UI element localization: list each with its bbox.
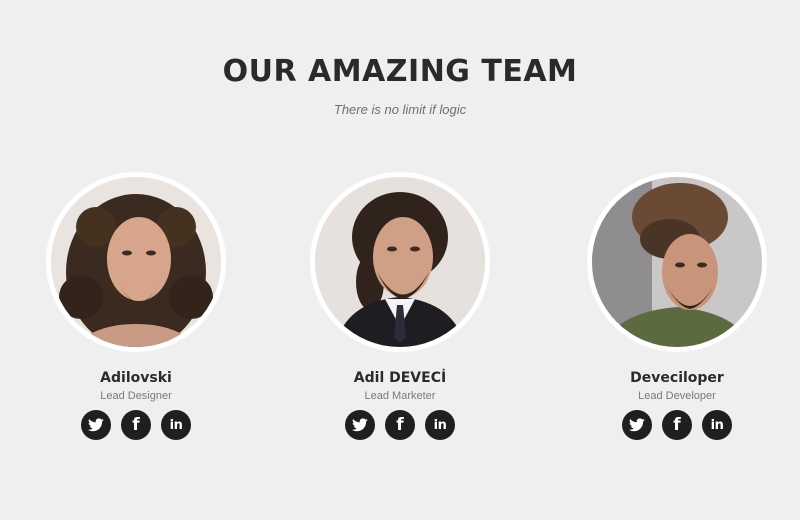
twitter-icon	[629, 418, 645, 432]
twitter-icon	[352, 418, 368, 432]
linkedin-icon: in	[433, 417, 447, 433]
member-role: Lead Designer	[100, 390, 172, 402]
member-role: Lead Marketer	[364, 390, 436, 402]
linkedin-button[interactable]: in	[702, 410, 732, 440]
member-role: Lead Developer	[638, 390, 716, 402]
facebook-button[interactable]: f	[121, 410, 151, 440]
social-links: f in	[290, 410, 510, 440]
twitter-button[interactable]	[345, 410, 375, 440]
avatar	[46, 172, 226, 352]
avatar	[587, 172, 767, 352]
avatar	[310, 172, 490, 352]
facebook-button[interactable]: f	[662, 410, 692, 440]
facebook-icon: f	[132, 415, 140, 435]
facebook-icon: f	[396, 415, 404, 435]
linkedin-icon: in	[169, 417, 183, 433]
social-links: f in	[567, 410, 787, 440]
linkedin-button[interactable]: in	[425, 410, 455, 440]
page-subtitle: There is no limit if logic	[333, 102, 467, 117]
facebook-button[interactable]: f	[385, 410, 415, 440]
facebook-icon: f	[673, 415, 681, 435]
member-name: Adilovski	[100, 370, 172, 386]
twitter-button[interactable]	[81, 410, 111, 440]
member-name: Deveciloper	[630, 370, 724, 386]
twitter-button[interactable]	[622, 410, 652, 440]
page-title: OUR AMAZING TEAM	[222, 54, 578, 89]
linkedin-button[interactable]: in	[161, 410, 191, 440]
linkedin-icon: in	[710, 417, 724, 433]
social-links: f in	[26, 410, 246, 440]
team-member-card: Adilovski Lead Designer f in	[26, 172, 246, 452]
twitter-icon	[88, 418, 104, 432]
team-member-card: Adil DEVECİ Lead Marketer f in	[290, 172, 510, 452]
member-name: Adil DEVECİ	[353, 370, 447, 386]
team-member-card: Deveciloper Lead Developer f in	[567, 172, 787, 452]
